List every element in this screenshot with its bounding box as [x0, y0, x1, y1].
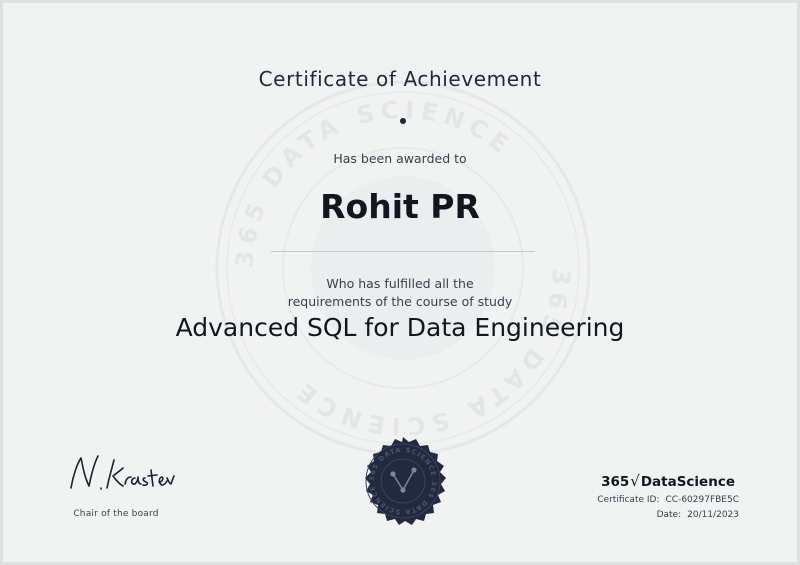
title-divider-dot — [400, 118, 406, 124]
certificate-id: Certificate ID: CC-60297FBE5C — [597, 495, 739, 505]
certificate-date: Date: 20/11/2023 — [657, 510, 739, 520]
course-name: Advanced SQL for Data Engineering — [175, 313, 625, 342]
brand-prefix: 365 — [601, 474, 630, 490]
brand-radical: √ — [630, 472, 640, 490]
awarded-text: Has been awarded to — [333, 151, 467, 166]
fulfilled-line-2: requirements of the course of study — [287, 294, 513, 309]
certificate-title: Certificate of Achievement — [258, 67, 542, 91]
certificate-id-value: CC-60297FBE5C — [665, 495, 740, 505]
certificate: 365 DATA SCIENCE 365 DATA SCIENCE Certif… — [0, 0, 800, 565]
background-seal-watermark: 365 DATA SCIENCE 365 DATA SCIENCE — [215, 80, 591, 456]
certificate-date-value: 20/11/2023 — [687, 510, 739, 520]
name-underline — [271, 251, 535, 252]
fulfilled-line-1: Who has fulfilled all the — [326, 276, 474, 291]
certificate-id-label: Certificate ID: — [597, 495, 660, 505]
brand-suffix: DataScience — [640, 474, 735, 490]
signature-caption: Chair of the board — [73, 509, 159, 519]
fulfilled-text: Who has fulfilled all the requirements o… — [3, 275, 797, 311]
certificate-date-label: Date: — [656, 510, 682, 520]
award-stamp: 365 DATA SCIENCE 365 DATA SCIENCE — [365, 437, 446, 525]
recipient-name: Rohit PR — [320, 187, 480, 226]
signature-image — [70, 455, 175, 490]
brand-logo: 365√DataScience — [601, 472, 735, 490]
